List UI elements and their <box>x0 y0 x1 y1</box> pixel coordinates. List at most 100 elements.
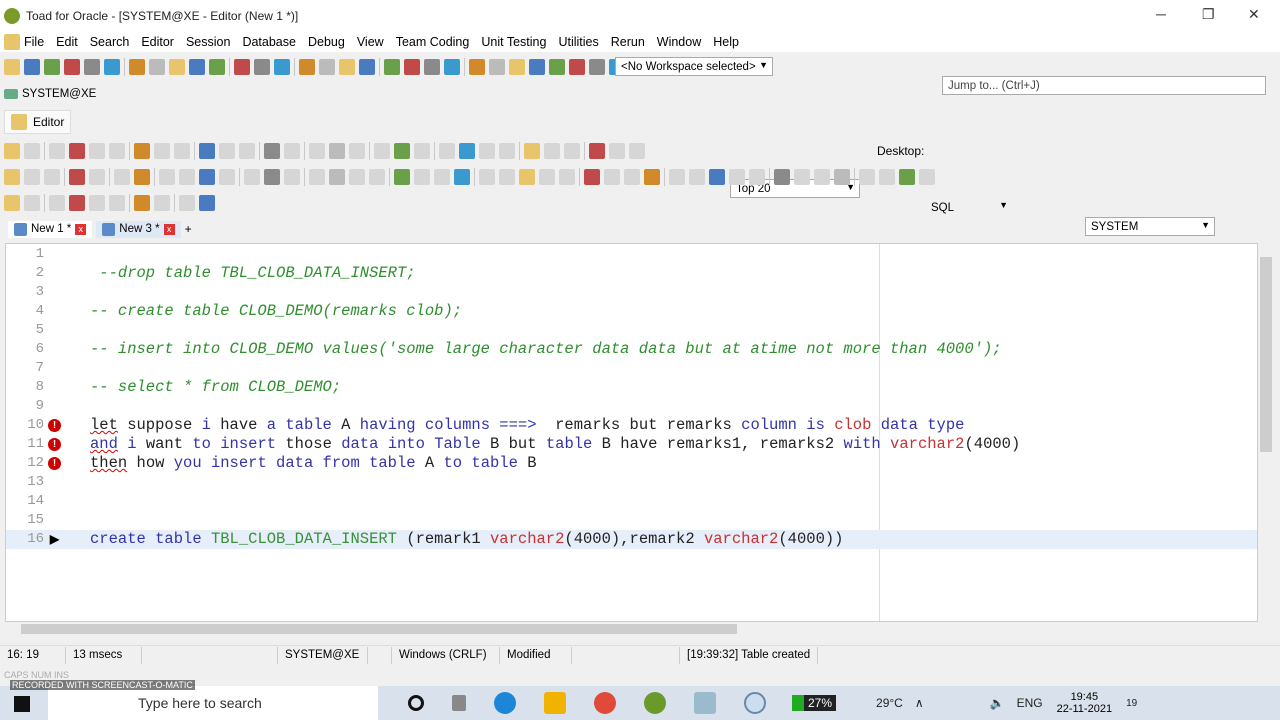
toolbar-button-icon[interactable] <box>199 169 215 185</box>
toolbar-button-icon[interactable] <box>199 143 215 159</box>
toolbar-button-icon[interactable] <box>299 59 315 75</box>
toolbar-button-icon[interactable] <box>319 59 335 75</box>
toolbar-button-icon[interactable] <box>69 143 85 159</box>
toolbar-button-icon[interactable] <box>414 169 430 185</box>
toolbar-button-icon[interactable] <box>559 169 575 185</box>
menu-utilities[interactable]: Utilities <box>558 35 598 49</box>
toolbar-button-icon[interactable] <box>264 169 280 185</box>
code-line[interactable]: 3 <box>6 283 1257 302</box>
toolbar-button-icon[interactable] <box>179 195 195 211</box>
toolbar-button-icon[interactable] <box>219 169 235 185</box>
code-line[interactable]: 6 -- insert into CLOB_DEMO values('some l… <box>6 340 1257 359</box>
toolbar-button-icon[interactable] <box>544 143 560 159</box>
toolbar-button-icon[interactable] <box>49 195 65 211</box>
sql-editor[interactable]: 12 --drop table TBL_CLOB_DATA_INSERT; 3 4-… <box>5 243 1258 622</box>
toolbar-button-icon[interactable] <box>729 169 745 185</box>
toolbar-button-icon[interactable] <box>774 169 790 185</box>
toolbar-button-icon[interactable] <box>199 195 215 211</box>
toolbar-button-icon[interactable] <box>479 143 495 159</box>
toolbar-button-icon[interactable] <box>589 59 605 75</box>
toolbar-button-icon[interactable] <box>24 169 40 185</box>
toolbar-button-icon[interactable] <box>369 169 385 185</box>
maximize-button[interactable]: ❐ <box>1202 6 1215 23</box>
code-line[interactable]: 16 ▶ create table TBL_CLOB_DATA_INSERT (re… <box>6 530 1257 549</box>
workspace-select[interactable]: <No Workspace selected> ▼ <box>615 57 773 76</box>
toolbar-button-icon[interactable] <box>414 143 430 159</box>
toolbar-button-icon[interactable] <box>149 59 165 75</box>
edge-icon[interactable] <box>494 692 516 714</box>
editor-window-tab[interactable]: Editor <box>4 110 72 134</box>
toolbar-button-icon[interactable] <box>859 169 875 185</box>
toolbar-button-icon[interactable] <box>569 59 585 75</box>
toolbar-button-icon[interactable] <box>339 59 355 75</box>
toolbar-button-icon[interactable] <box>434 169 450 185</box>
tray-chevron-icon[interactable]: ∧ <box>915 696 924 710</box>
toolbar-button-icon[interactable] <box>469 59 485 75</box>
toolbar-button-icon[interactable] <box>154 195 170 211</box>
language[interactable]: ENG <box>1017 696 1043 710</box>
toolbar-button-icon[interactable] <box>4 143 20 159</box>
desktop-select[interactable]: SQL ▼ <box>926 198 1012 217</box>
toolbar-button-icon[interactable] <box>44 59 60 75</box>
error-marker-icon[interactable]: ! <box>48 419 61 432</box>
toolbar-button-icon[interactable] <box>394 169 410 185</box>
toolbar-button-icon[interactable] <box>459 143 475 159</box>
code-line[interactable]: 14 <box>6 492 1257 511</box>
toolbar-button-icon[interactable] <box>69 195 85 211</box>
volume-icon[interactable]: 🔈 <box>990 696 1005 710</box>
toolbar-button-icon[interactable] <box>709 169 725 185</box>
code-line[interactable]: 1 <box>6 245 1257 264</box>
scroll-thumb[interactable] <box>1260 257 1272 452</box>
toolbar-button-icon[interactable] <box>109 143 125 159</box>
code-line[interactable]: 12! then how you insert data from table A… <box>6 454 1257 473</box>
jump-to-input[interactable]: Jump to... (Ctrl+J) <box>942 76 1266 95</box>
toolbar-button-icon[interactable] <box>899 169 915 185</box>
horizontal-scrollbar[interactable] <box>5 622 1258 636</box>
code-line[interactable]: 8 -- select * from CLOB_DEMO; <box>6 378 1257 397</box>
toolbar-button-icon[interactable] <box>509 59 525 75</box>
toolbar-button-icon[interactable] <box>134 169 150 185</box>
toolbar-button-icon[interactable] <box>349 143 365 159</box>
toolbar-button-icon[interactable] <box>814 169 830 185</box>
toolbar-button-icon[interactable] <box>274 59 290 75</box>
code-line[interactable]: 11! and i want to insert those data into … <box>6 435 1257 454</box>
code-line[interactable]: 15 <box>6 511 1257 530</box>
toolbar-button-icon[interactable] <box>329 169 345 185</box>
toolbar-button-icon[interactable] <box>349 169 365 185</box>
toolbar-button-icon[interactable] <box>284 169 300 185</box>
menu-file[interactable]: File <box>24 35 44 49</box>
toolbar-button-icon[interactable] <box>189 59 205 75</box>
scroll-thumb[interactable] <box>21 624 737 634</box>
error-marker-icon[interactable]: ! <box>48 457 61 470</box>
error-marker-icon[interactable]: ! <box>48 438 61 451</box>
chrome-icon[interactable] <box>594 692 616 714</box>
toolbar-button-icon[interactable] <box>174 143 190 159</box>
doc-tab-2[interactable]: New 3 * x <box>96 220 181 238</box>
toolbar-button-icon[interactable] <box>89 143 105 159</box>
toolbar-button-icon[interactable] <box>84 59 100 75</box>
toolbar-button-icon[interactable] <box>154 143 170 159</box>
toolbar-button-icon[interactable] <box>264 143 280 159</box>
toolbar-button-icon[interactable] <box>239 143 255 159</box>
code-line[interactable]: 2 --drop table TBL_CLOB_DATA_INSERT; <box>6 264 1257 283</box>
toolbar-button-icon[interactable] <box>234 59 250 75</box>
toolbar-button-icon[interactable] <box>524 143 540 159</box>
toolbar-button-icon[interactable] <box>44 169 60 185</box>
toolbar-button-icon[interactable] <box>134 143 150 159</box>
menu-team-coding[interactable]: Team Coding <box>396 35 470 49</box>
toolbar-button-icon[interactable] <box>564 143 580 159</box>
doc-tab-1[interactable]: New 1 * x <box>8 220 93 238</box>
menu-help[interactable]: Help <box>713 35 739 49</box>
code-line[interactable]: 5 <box>6 321 1257 340</box>
weather[interactable]: 29°C <box>876 696 903 710</box>
code-line[interactable]: 4 -- create table CLOB_DEMO(remarks clob)… <box>6 302 1257 321</box>
minimize-button[interactable]: ─ <box>1156 6 1166 22</box>
toolbar-button-icon[interactable] <box>284 143 300 159</box>
toolbar-button-icon[interactable] <box>394 143 410 159</box>
code-line[interactable]: 10! let suppose i have a table A having c… <box>6 416 1257 435</box>
menu-unit-testing[interactable]: Unit Testing <box>481 35 546 49</box>
code-line[interactable]: 9 <box>6 397 1257 416</box>
toolbar-button-icon[interactable] <box>624 169 640 185</box>
toolbar-button-icon[interactable] <box>794 169 810 185</box>
add-tab-button[interactable]: + <box>185 222 192 236</box>
